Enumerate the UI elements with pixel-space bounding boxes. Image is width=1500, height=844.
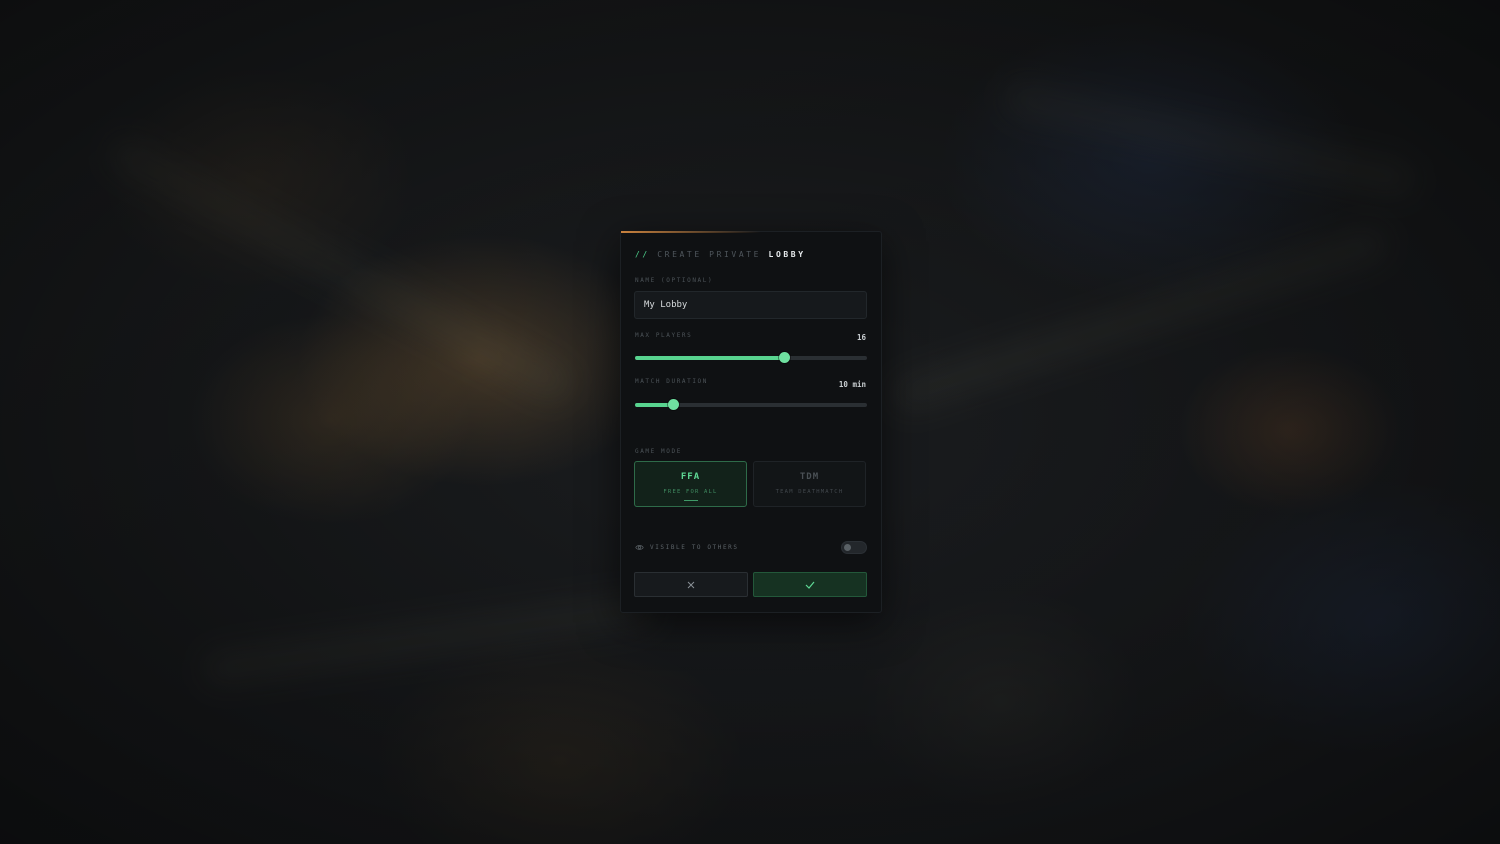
match-duration-value: 10 min: [838, 380, 866, 389]
check-icon: [805, 581, 815, 589]
title-prefix: //: [635, 250, 650, 259]
visibility-label: VISIBLE TO OTHERS: [650, 544, 739, 551]
create-lobby-dialog: // CREATE PRIVATE LOBBY NAME (OPTIONAL) …: [620, 231, 882, 613]
game-mode-label: GAME MODE: [635, 448, 682, 455]
lobby-name-input[interactable]: [634, 291, 867, 319]
cancel-button[interactable]: [634, 572, 748, 597]
mode-description: TEAM DEATHMATCH: [775, 489, 844, 495]
mode-card-tdm[interactable]: TDM TEAM DEATHMATCH: [753, 461, 866, 507]
confirm-button[interactable]: [753, 572, 867, 597]
slider-thumb[interactable]: [667, 399, 679, 410]
close-icon: [687, 581, 695, 588]
max-players-value: 16: [856, 333, 866, 342]
visibility-toggle[interactable]: [841, 541, 867, 554]
title-strong: LOBBY: [768, 250, 806, 259]
max-players-slider[interactable]: [635, 352, 867, 364]
title-main: CREATE PRIVATE: [657, 250, 762, 259]
max-players-label: MAX PLAYERS: [635, 332, 693, 339]
match-duration-label: MATCH DURATION: [635, 378, 708, 385]
slider-fill: [635, 356, 785, 360]
top-accent-bar: [621, 231, 761, 233]
eye-icon: [635, 545, 644, 550]
mode-code: FFA: [680, 472, 701, 482]
mode-code: TDM: [799, 472, 820, 482]
mode-description: FREE FOR ALL: [663, 489, 718, 495]
selected-indicator: [683, 500, 698, 501]
visibility-row: VISIBLE TO OTHERS: [635, 541, 867, 555]
toggle-knob: [844, 544, 851, 551]
slider-thumb[interactable]: [779, 352, 791, 363]
mode-card-ffa[interactable]: FFA FREE FOR ALL: [634, 461, 747, 507]
dialog-title: // CREATE PRIVATE LOBBY: [635, 250, 806, 259]
name-label: NAME (OPTIONAL): [635, 277, 714, 284]
match-duration-slider[interactable]: [635, 399, 867, 411]
